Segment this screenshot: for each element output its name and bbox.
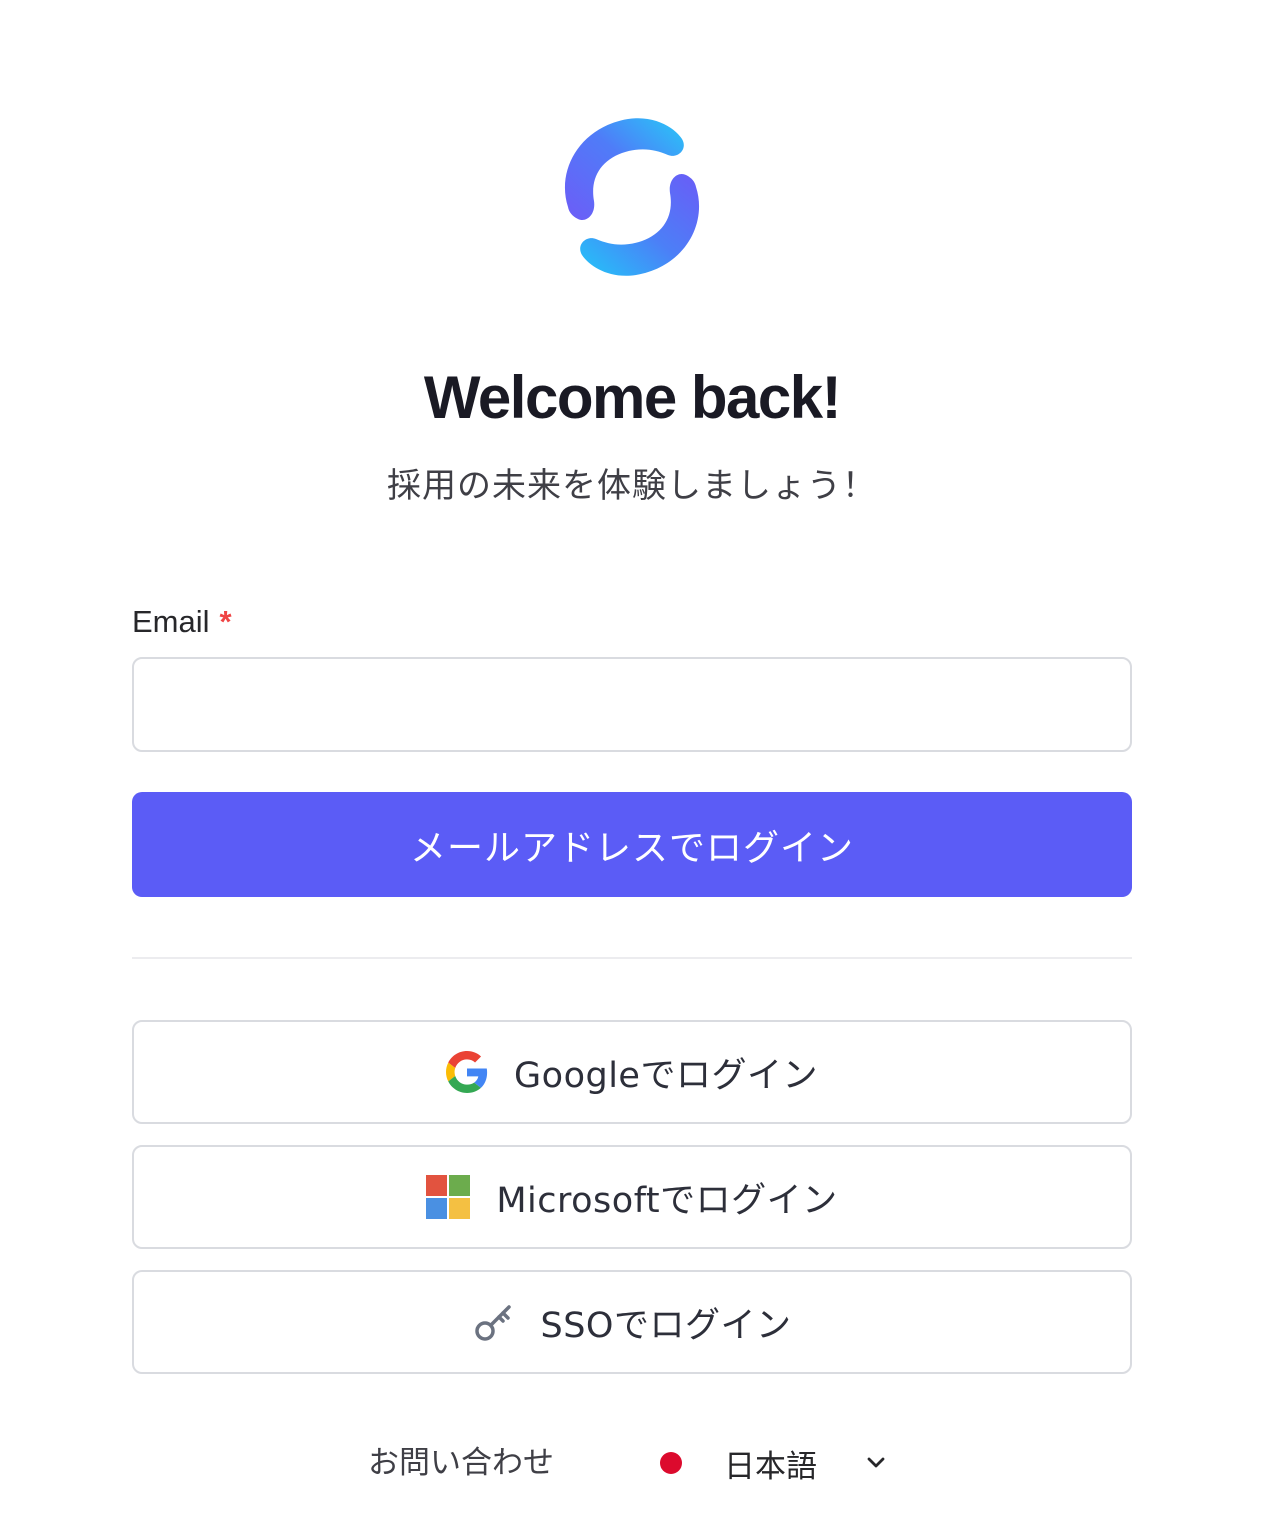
- email-label-text: Email: [132, 604, 210, 639]
- japan-flag-icon: [660, 1452, 682, 1474]
- brand-logo-icon: [550, 115, 714, 279]
- email-login-button[interactable]: メールアドレスでログイン: [132, 792, 1132, 897]
- google-login-button[interactable]: Googleでログイン: [132, 1020, 1132, 1124]
- login-card: Welcome back! 採用の未来を体験しましょう！ Email * メールア…: [132, 0, 1132, 1520]
- microsoft-login-label: Microsoftでログイン: [496, 1180, 838, 1221]
- required-marker: *: [219, 604, 232, 639]
- key-icon: [473, 1301, 515, 1343]
- sso-login-label: SSOでログイン: [540, 1305, 792, 1346]
- email-field[interactable]: [132, 657, 1132, 752]
- page-subtitle: 採用の未来を体験しましょう！: [387, 466, 877, 506]
- divider: [132, 957, 1132, 959]
- footer: お問い合わせ 日本語: [132, 1435, 1132, 1491]
- page-title: Welcome back!: [423, 364, 842, 431]
- email-login-button-label: メールアドレスでログイン: [409, 827, 854, 869]
- email-label: Email *: [132, 600, 232, 644]
- language-selector[interactable]: 日本語: [660, 1435, 889, 1491]
- microsoft-icon: [426, 1175, 471, 1219]
- contact-link[interactable]: お問い合わせ: [368, 1435, 554, 1491]
- chevron-down-icon: [863, 1450, 889, 1476]
- google-icon: [446, 1051, 488, 1093]
- sso-login-button[interactable]: SSOでログイン: [132, 1270, 1132, 1374]
- google-login-label: Googleでログイン: [514, 1055, 818, 1096]
- language-label: 日本語: [724, 1448, 817, 1485]
- microsoft-login-button[interactable]: Microsoftでログイン: [132, 1145, 1132, 1249]
